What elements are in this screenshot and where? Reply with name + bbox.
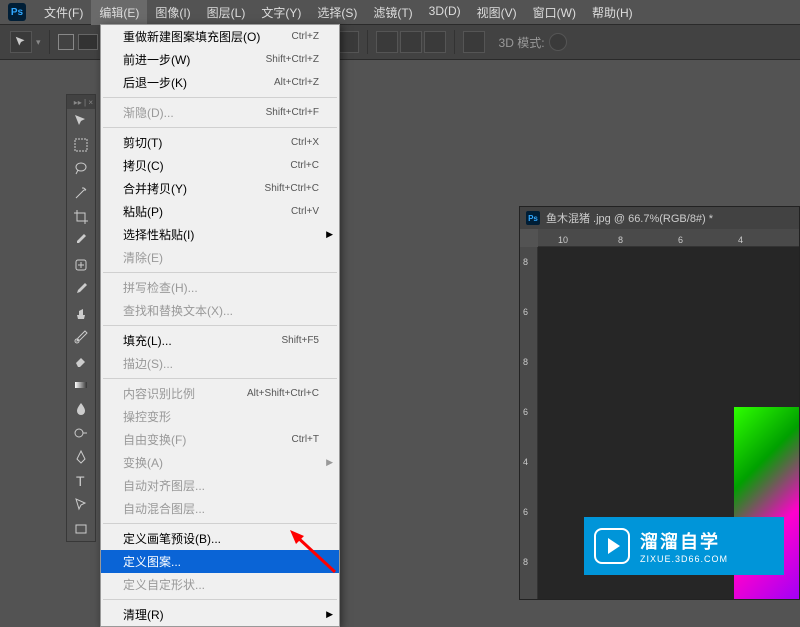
move-tool-preset[interactable] — [10, 31, 32, 53]
divider — [367, 30, 368, 54]
gradient-tool[interactable] — [67, 373, 95, 397]
menu-item[interactable]: 拷贝(C)Ctrl+C — [101, 154, 339, 177]
menu-item: 清除(E) — [101, 246, 339, 269]
menu-item[interactable]: 重做新建图案填充图层(O)Ctrl+Z — [101, 25, 339, 48]
distribute-btn[interactable] — [424, 31, 446, 53]
play-icon — [594, 528, 630, 564]
dodge-tool[interactable] — [67, 421, 95, 445]
menu-item[interactable]: 选择性粘贴(I)▶ — [101, 223, 339, 246]
history-brush-tool[interactable] — [67, 325, 95, 349]
menu-item[interactable]: 文字(Y) — [253, 0, 309, 25]
panel-header[interactable]: ▸▸ | × — [67, 95, 95, 109]
document-title: 鱼木混猪 .jpg @ 66.7%(RGB/8#) * — [546, 210, 713, 226]
menubar: Ps 文件(F)编辑(E)图像(I)图层(L)文字(Y)选择(S)滤镜(T)3D… — [0, 0, 800, 24]
menu-item[interactable]: 合并拷贝(Y)Shift+Ctrl+C — [101, 177, 339, 200]
vertical-ruler[interactable]: 8686468 — [520, 247, 538, 599]
distribute-btn[interactable] — [376, 31, 398, 53]
crop-tool[interactable] — [67, 205, 95, 229]
menu-separator — [103, 325, 337, 326]
menu-item: 定义自定形状... — [101, 573, 339, 596]
menu-item[interactable]: 选择(S) — [309, 0, 365, 25]
menu-item: 自由变换(F)Ctrl+T — [101, 428, 339, 451]
edit-menu-dropdown: 重做新建图案填充图层(O)Ctrl+Z前进一步(W)Shift+Ctrl+Z后退… — [100, 24, 340, 627]
healing-brush-tool[interactable] — [67, 253, 95, 277]
menu-separator — [103, 97, 337, 98]
divider — [454, 30, 455, 54]
menu-item: 操控变形 — [101, 405, 339, 428]
lasso-tool[interactable] — [67, 157, 95, 181]
menu-item: 渐隐(D)...Shift+Ctrl+F — [101, 101, 339, 124]
menu-separator — [103, 272, 337, 273]
magic-wand-tool[interactable] — [67, 181, 95, 205]
brush-tool[interactable] — [67, 277, 95, 301]
submenu-arrow-icon: ▶ — [326, 229, 333, 240]
tools-panel: ▸▸ | × T — [66, 94, 96, 542]
type-tool[interactable]: T — [67, 469, 95, 493]
menu-item[interactable]: 定义画笔预设(B)... — [101, 527, 339, 550]
distribute-group-2 — [376, 31, 446, 53]
menu-item[interactable]: 文件(F) — [36, 0, 91, 25]
watermark-text: 溜溜自学 ZIXUE.3D66.COM — [640, 528, 728, 564]
menu-item: 变换(A)▶ — [101, 451, 339, 474]
menu-item[interactable]: 图像(I) — [147, 0, 198, 25]
menu-item[interactable]: 后退一步(K)Alt+Ctrl+Z — [101, 71, 339, 94]
menu-item[interactable]: 滤镜(T) — [365, 0, 420, 25]
distribute-btn[interactable] — [400, 31, 422, 53]
eyedropper-tool[interactable] — [67, 229, 95, 253]
menu-item: 拼写检查(H)... — [101, 276, 339, 299]
menu-item[interactable]: 视图(V) — [469, 0, 525, 25]
menu-item[interactable]: 剪切(T)Ctrl+X — [101, 131, 339, 154]
menu-separator — [103, 127, 337, 128]
3d-rotate-icon[interactable] — [549, 33, 567, 51]
menu-separator — [103, 378, 337, 379]
menu-separator — [103, 523, 337, 524]
menu-item: 内容识别比例Alt+Shift+Ctrl+C — [101, 382, 339, 405]
menu-item: 描边(S)... — [101, 352, 339, 375]
menu-item: 自动混合图层... — [101, 497, 339, 520]
mode-3d-label: 3D 模式: — [499, 34, 545, 51]
watermark: 溜溜自学 ZIXUE.3D66.COM — [584, 517, 784, 575]
marquee-tool[interactable] — [67, 133, 95, 157]
menu-item[interactable]: 窗口(W) — [525, 0, 584, 25]
svg-text:T: T — [76, 473, 85, 489]
menu-item[interactable]: 帮助(H) — [584, 0, 641, 25]
rectangle-tool[interactable] — [67, 517, 95, 541]
menu-item[interactable]: 编辑(E) — [91, 0, 147, 25]
menu-item[interactable]: 3D(D) — [421, 0, 469, 25]
menu-item[interactable]: 粘贴(P)Ctrl+V — [101, 200, 339, 223]
menu-item[interactable]: 前进一步(W)Shift+Ctrl+Z — [101, 48, 339, 71]
horizontal-ruler[interactable]: 10864 — [538, 229, 799, 247]
auto-select-checkbox[interactable] — [58, 34, 74, 50]
menu-item: 自动对齐图层... — [101, 474, 339, 497]
layer-dropdown[interactable] — [78, 34, 98, 50]
arrange-btn[interactable] — [463, 31, 485, 53]
move-tool[interactable] — [67, 109, 95, 133]
divider — [49, 30, 50, 54]
submenu-arrow-icon: ▶ — [326, 609, 333, 620]
menu-item: 查找和替换文本(X)... — [101, 299, 339, 322]
menu-item[interactable]: 定义图案... — [101, 550, 339, 573]
clone-stamp-tool[interactable] — [67, 301, 95, 325]
pen-tool[interactable] — [67, 445, 95, 469]
submenu-arrow-icon: ▶ — [326, 457, 333, 468]
app-logo: Ps — [8, 3, 26, 21]
path-selection-tool[interactable] — [67, 493, 95, 517]
menu-item[interactable]: 清理(R)▶ — [101, 603, 339, 626]
menu-item[interactable]: 图层(L) — [199, 0, 254, 25]
menu-item[interactable]: 填充(L)...Shift+F5 — [101, 329, 339, 352]
document-titlebar[interactable]: Ps 鱼木混猪 .jpg @ 66.7%(RGB/8#) * — [520, 207, 799, 229]
blur-tool[interactable] — [67, 397, 95, 421]
ps-icon: Ps — [526, 211, 540, 225]
eraser-tool[interactable] — [67, 349, 95, 373]
